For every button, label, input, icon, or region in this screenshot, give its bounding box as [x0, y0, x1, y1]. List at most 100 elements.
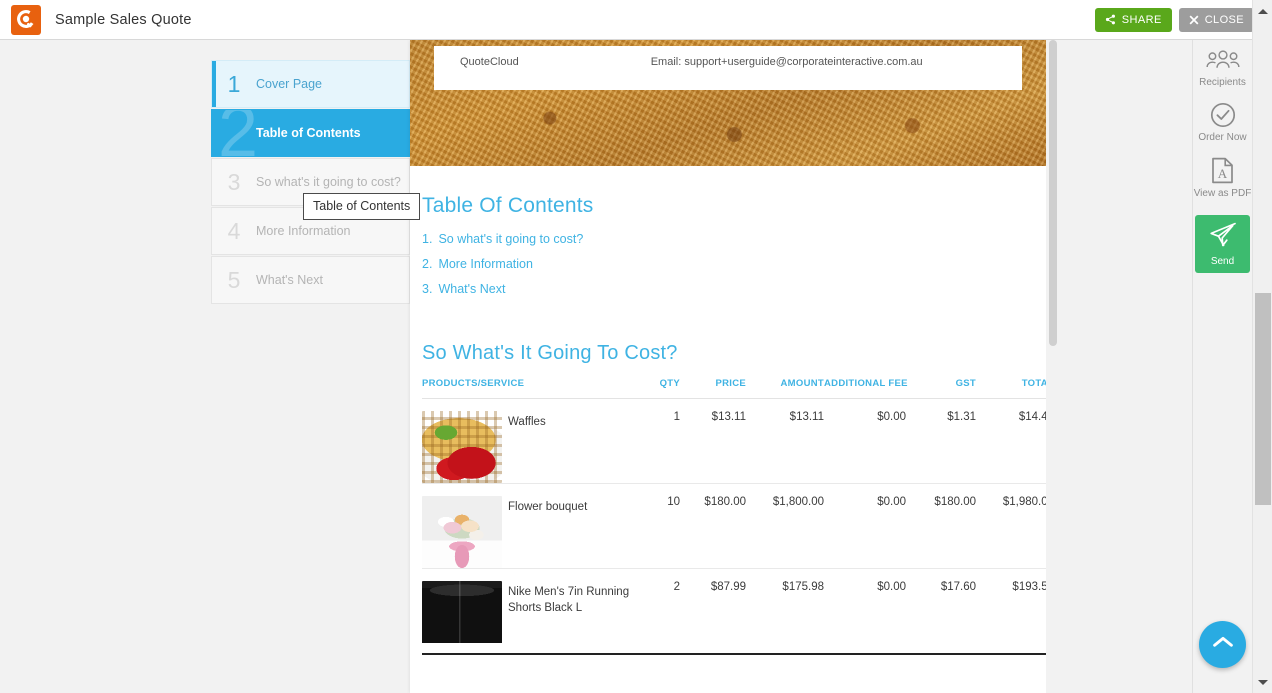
recipients-button[interactable]: Recipients [1193, 49, 1253, 88]
column-header-additional-fee: ADDITIONAL FEE [824, 378, 907, 399]
table-header-row: PRODUCTS/SERVICE QTY PRICE AMOUNT ADDITI… [422, 378, 1054, 399]
toc-entry-link[interactable]: More Information [438, 257, 532, 271]
toc-heading: Table Of Contents [422, 194, 594, 217]
nav-item-number: 3 [227, 168, 241, 195]
total-cell: $14.42 [976, 398, 1054, 484]
toc-entry-link[interactable]: So what's it going to cost? [438, 232, 583, 246]
product-thumbnail [422, 496, 502, 568]
amount-cell: $1,800.00 [746, 483, 824, 569]
cover-banner-image: QuoteCloud Email: support+userguide@corp… [410, 40, 1046, 166]
column-header-gst: GST [906, 378, 976, 399]
banner-contact-card: QuoteCloud Email: support+userguide@corp… [434, 46, 1022, 90]
nav-item-number: 1 [227, 70, 241, 97]
toc-entry-number: 1. [422, 232, 433, 246]
toc-entry-link[interactable]: What's Next [438, 282, 505, 296]
toc-entry-number: 2. [422, 257, 433, 271]
check-circle-icon [1210, 102, 1236, 128]
product-name: Flower bouquet [508, 501, 588, 513]
top-bar: Sample Sales Quote SHARE CLOSE [0, 0, 1272, 40]
additional-fee-cell: $0.00 [824, 483, 906, 569]
price-cell: $180.00 [680, 483, 746, 569]
scrollbar-up-arrow[interactable] [1253, 2, 1272, 20]
gst-cell: $17.60 [906, 568, 976, 655]
price-cell: $87.99 [680, 568, 746, 655]
order-now-label: Order Now [1198, 132, 1247, 143]
quote-editor-app: Sample Sales Quote SHARE CLOSE 1 Cover P… [0, 0, 1272, 693]
tooltip: Table of Contents [303, 193, 421, 220]
browser-scrollbar[interactable] [1252, 0, 1272, 693]
table-row: Flower bouquet 10 $180.00 $1,800.00 $0.0… [422, 483, 1054, 569]
nav-item-table-of-contents[interactable]: 2 Table of Contents [211, 109, 410, 157]
toc-list: 1. So what's it going to cost? 2. More I… [422, 232, 1020, 296]
page-navigator: 1 Cover Page 2 Table of Contents 3 So wh… [211, 60, 410, 305]
chevron-up-icon [1212, 635, 1234, 654]
share-button[interactable]: SHARE [1094, 7, 1172, 32]
quote-table: PRODUCTS/SERVICE QTY PRICE AMOUNT ADDITI… [422, 378, 1054, 655]
nav-item-number: 4 [227, 217, 241, 244]
send-label: Send [1210, 256, 1235, 267]
nav-item-label: Table of Contents [256, 126, 361, 140]
people-group-icon [1205, 49, 1240, 73]
amount-cell: $13.11 [746, 398, 824, 484]
scroll-to-top-button[interactable] [1199, 621, 1246, 668]
view-as-pdf-button[interactable]: A View as PDF [1193, 157, 1253, 199]
document-body: Table Of Contents 1. So what's it going … [410, 166, 1054, 655]
nav-item-cover-page[interactable]: 1 Cover Page [211, 60, 410, 108]
product-name: Nike Men's 7in Running Shorts Black L [508, 586, 630, 615]
column-header-qty: QTY [632, 378, 680, 399]
scrollbar-down-arrow[interactable] [1253, 673, 1272, 691]
scrollbar-thumb[interactable] [1255, 293, 1271, 505]
table-row: Nike Men's 7in Running Shorts Black L 2 … [422, 568, 1054, 655]
additional-fee-cell: $0.00 [824, 568, 906, 655]
document-scrollbar-thumb[interactable] [1049, 40, 1057, 346]
nav-item-label: More Information [256, 224, 351, 238]
nav-item-number: 5 [227, 266, 241, 293]
additional-fee-cell: $0.00 [824, 398, 906, 484]
pdf-file-icon: A [1211, 157, 1234, 184]
toc-entry[interactable]: 1. So what's it going to cost? [422, 232, 1020, 246]
page-title: Sample Sales Quote [55, 11, 192, 28]
close-x-icon [1189, 15, 1199, 25]
product-cell: Waffles [422, 398, 632, 484]
send-button[interactable]: Send [1195, 215, 1250, 273]
order-now-button[interactable]: Order Now [1193, 102, 1253, 143]
column-header-total: TOTAL [976, 378, 1054, 399]
product-cell: Nike Men's 7in Running Shorts Black L [422, 568, 632, 655]
qty-cell: 1 [632, 398, 680, 484]
share-icon [1105, 14, 1116, 25]
toc-entry[interactable]: 2. More Information [422, 257, 1020, 271]
close-button-label: CLOSE [1204, 13, 1244, 26]
product-name: Waffles [508, 416, 546, 428]
paper-plane-icon [1208, 221, 1238, 254]
product-thumbnail [422, 581, 502, 653]
qty-cell: 10 [632, 483, 680, 569]
price-cell: $13.11 [680, 398, 746, 484]
svg-text:A: A [1218, 166, 1228, 181]
gst-cell: $1.31 [906, 398, 976, 484]
close-button[interactable]: CLOSE [1178, 7, 1254, 32]
nav-item-whats-next[interactable]: 5 What's Next [211, 256, 410, 304]
company-name: QuoteCloud [460, 56, 519, 68]
column-header-price: PRICE [680, 378, 746, 399]
nav-item-label: Cover Page [256, 77, 323, 91]
column-header-products: PRODUCTS/SERVICE [422, 378, 632, 399]
right-toolbar: Recipients Order Now A View as PDF Send [1192, 40, 1252, 693]
product-thumbnail [422, 411, 502, 483]
recipients-label: Recipients [1199, 77, 1246, 88]
product-cell: Flower bouquet [422, 483, 632, 569]
toc-entry[interactable]: 3. What's Next [422, 282, 1020, 296]
amount-cell: $175.98 [746, 568, 824, 655]
column-header-amount: AMOUNT [746, 378, 824, 399]
cost-section-heading: So What's It Going To Cost? [422, 342, 678, 364]
document-scrollbar[interactable] [1046, 40, 1060, 693]
total-cell: $1,980.00 [976, 483, 1054, 569]
nav-item-label: So what's it going to cost? [256, 175, 401, 189]
quotecloud-q-logo-icon [11, 4, 41, 35]
toc-entry-number: 3. [422, 282, 433, 296]
qty-cell: 2 [632, 568, 680, 655]
table-row: Waffles 1 $13.11 $13.11 $0.00 $1.31 $14.… [422, 398, 1054, 484]
contact-email: Email: support+userguide@corporateintera… [650, 56, 923, 68]
editor-canvas: 1 Cover Page 2 Table of Contents 3 So wh… [0, 40, 1192, 693]
gst-cell: $180.00 [906, 483, 976, 569]
topbar-actions: SHARE CLOSE [1094, 7, 1254, 32]
